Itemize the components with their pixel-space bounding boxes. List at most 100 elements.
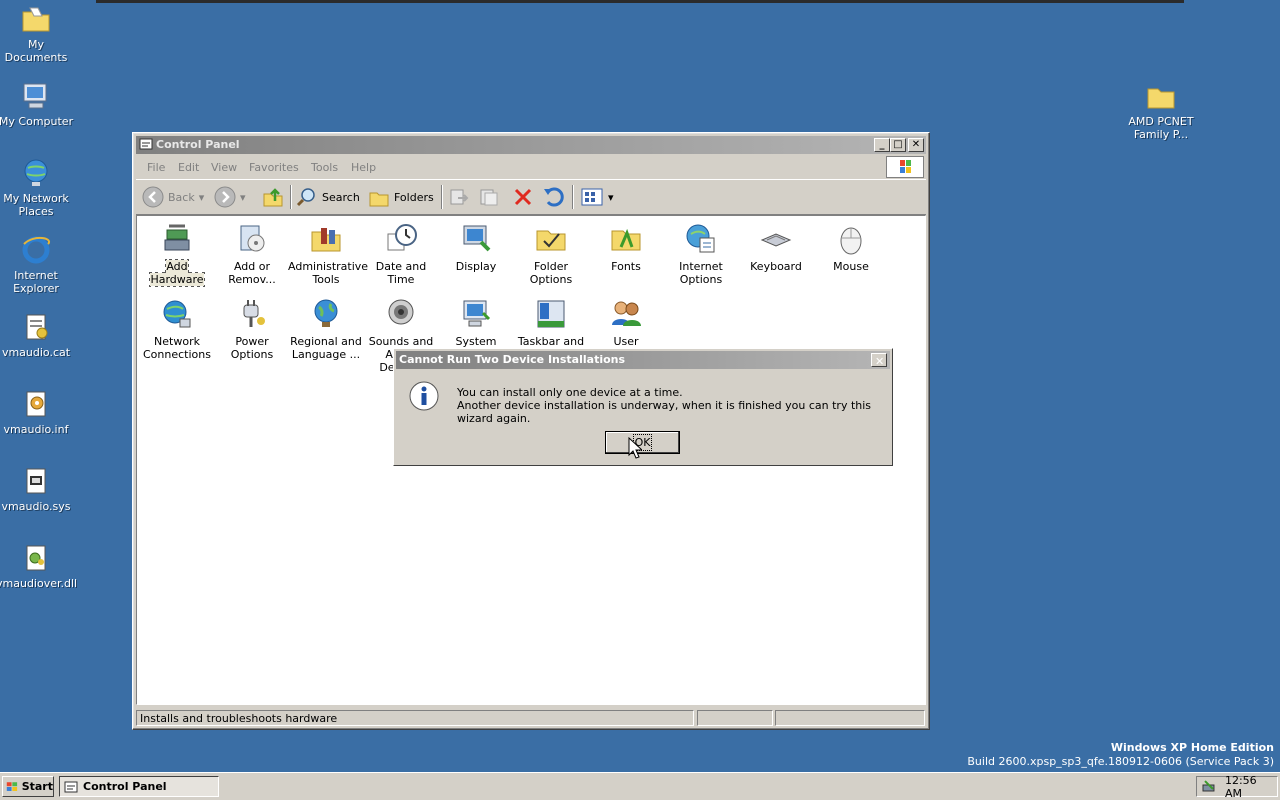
move-to-icon [450,189,469,205]
system-file-icon [26,468,46,494]
up-folder-icon [263,188,283,207]
views-button[interactable]: ▾ [580,186,614,208]
menu-tools[interactable]: Tools [311,161,338,174]
delete-x-icon [514,188,532,206]
chevron-down-icon[interactable]: ▾ [608,191,614,204]
status-text: Installs and troubleshoots hardware [136,710,694,726]
computer-icon [23,83,47,109]
undo-icon [544,187,564,207]
folder-options-icon [536,230,566,251]
hardware-tray-icon[interactable] [1201,779,1217,795]
windows-flag-icon [900,160,911,173]
cp-item-add-hardware[interactable]: Add Hardware [139,222,215,287]
internet-options-icon [686,224,715,253]
cp-item-network-connections[interactable]: Network Connections [139,297,215,361]
desktop-icon-vmaudio-inf[interactable]: vmaudio.inf [0,388,76,436]
cp-item-fonts[interactable]: Fonts [588,222,664,273]
internet-explorer-icon [22,236,51,264]
close-icon: ✕ [911,139,921,150]
menu-view[interactable]: View [211,161,237,174]
cp-item-mouse[interactable]: Mouse [813,222,889,273]
search-icon [296,188,315,207]
cp-item-administrative-tools[interactable]: Administrative Tools [288,222,368,286]
os-edition-watermark: Windows XP Home Edition [1110,741,1274,754]
close-button[interactable]: ✕ [908,138,924,152]
chevron-down-icon[interactable]: ▾ [240,191,246,204]
system-computer-icon [463,300,491,327]
minimize-button[interactable]: _ [874,138,890,152]
start-button[interactable]: Start [2,776,54,797]
user-accounts-icon [612,301,641,326]
copy-to-button[interactable] [478,186,500,208]
date-time-clock-icon [387,224,417,251]
dll-file-icon [26,545,46,571]
menu-edit[interactable]: Edit [178,161,199,174]
info-icon [409,381,439,411]
dialog-message-line2: Another device installation is underway,… [457,399,872,425]
window-titlebar[interactable]: Control Panel _ □ ✕ [136,136,926,154]
copy-to-icon [480,189,498,206]
close-icon: ✕ [875,355,885,368]
folder-icon [22,7,50,32]
status-pane [697,710,773,726]
desktop-icon-amd-pcnet[interactable]: AMD PCNET Family P... [1121,80,1201,141]
menu-bar: File Edit View Favorites Tools Help [136,156,926,178]
cp-item-add-remove-programs[interactable]: Add or Remov... [214,222,290,286]
dialog-titlebar[interactable]: Cannot Run Two Device Installations ✕ [396,351,890,369]
desktop-icon-my-network-places[interactable]: My Network Places [0,157,76,218]
delete-button[interactable] [512,186,534,208]
network-connections-icon [163,300,191,328]
cp-item-internet-options[interactable]: Internet Options [663,222,739,286]
forward-button[interactable]: ▾ [214,186,246,208]
back-button[interactable]: Back ▾ [142,186,204,208]
control-panel-icon [139,138,153,150]
cp-item-power-options[interactable]: Power Options [214,297,290,361]
up-folder-button[interactable] [262,186,284,208]
move-to-button[interactable] [448,186,470,208]
views-grid-icon [581,188,603,206]
toolbar-separator [572,185,574,209]
desktop-icon-internet-explorer[interactable]: Internet Explorer [0,234,76,295]
cp-item-system[interactable]: System [438,297,514,348]
os-build-watermark: Build 2600.xpsp_sp3_qfe.180912-0606 (Ser… [967,755,1274,768]
status-pane [775,710,925,726]
cp-item-date-and-time[interactable]: Date and Time [363,222,439,286]
cp-item-display[interactable]: Display [438,222,514,273]
keyboard-icon [760,233,792,247]
fonts-folder-icon [611,228,641,251]
administrative-tools-icon [311,228,341,252]
folder-icon [1147,88,1175,109]
desktop-icon-vmaudiover-dll[interactable]: vmaudiover.dll [0,542,77,590]
maximize-button[interactable]: □ [890,138,906,152]
taskbar: Start Control Panel 12:56 AM [0,772,1280,800]
chevron-down-icon[interactable]: ▾ [199,191,205,204]
desktop-icon-my-computer[interactable]: My Computer [0,80,76,128]
dialog-title: Cannot Run Two Device Installations [399,353,626,366]
folders-icon [369,192,389,207]
setup-file-icon [26,391,46,417]
control-panel-icon [64,781,78,792]
globe-icon [314,299,338,327]
cp-item-folder-options[interactable]: Folder Options [513,222,589,286]
add-hardware-icon [164,224,190,251]
taskbar-item-control-panel[interactable]: Control Panel [59,776,219,797]
menu-file[interactable]: File [147,161,165,174]
toolbar-separator [441,185,443,209]
undo-button[interactable] [542,186,564,208]
toolbar-separator [290,185,292,209]
minimize-icon: _ [879,139,885,150]
search-button[interactable]: Search [296,186,360,208]
speaker-icon [388,299,414,325]
cp-item-regional-language[interactable]: Regional and Language ... [288,297,364,361]
desktop-icon-my-documents[interactable]: My Documents [0,3,76,64]
menu-help[interactable]: Help [351,161,376,174]
back-arrow-icon [142,186,164,208]
folders-button[interactable]: Folders [368,186,434,208]
desktop-icon-vmaudio-cat[interactable]: vmaudio.cat [0,311,76,359]
desktop-icon-vmaudio-sys[interactable]: vmaudio.sys [0,465,76,513]
error-dialog[interactable]: Cannot Run Two Device Installations ✕ Yo… [393,348,893,466]
dialog-close-button[interactable]: ✕ [871,353,887,367]
menu-favorites[interactable]: Favorites [249,161,299,174]
cp-item-keyboard[interactable]: Keyboard [738,222,814,273]
ok-button[interactable]: OK [605,431,680,454]
